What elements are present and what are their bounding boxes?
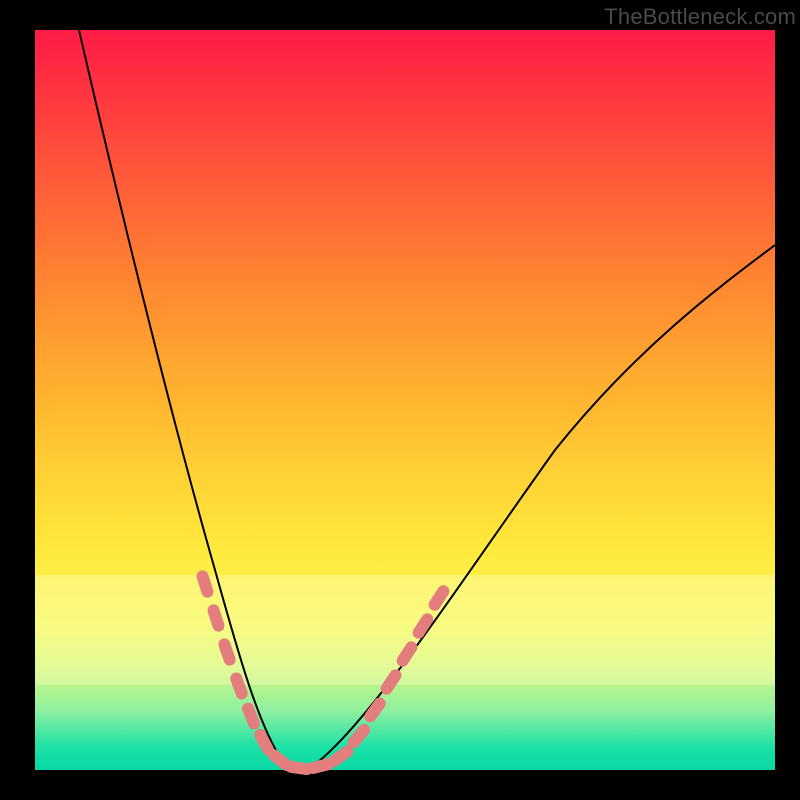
source-label: TheBottleneck.com bbox=[604, 4, 796, 30]
curve-left bbox=[79, 30, 285, 765]
plot-area bbox=[35, 30, 775, 770]
chart-frame: TheBottleneck.com bbox=[0, 0, 800, 800]
